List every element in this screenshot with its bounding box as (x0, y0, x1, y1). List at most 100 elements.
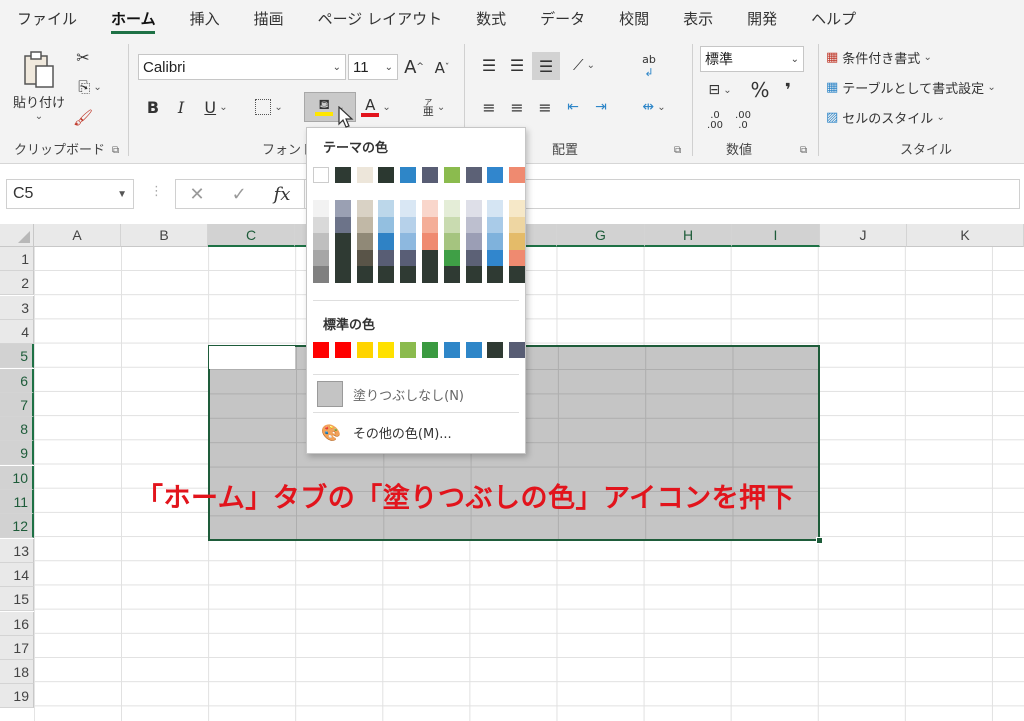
phonetic-button[interactable]: ア亜 ⌄ (414, 94, 454, 120)
theme-shade-swatch[interactable] (334, 266, 351, 283)
theme-shade-swatch[interactable] (443, 249, 460, 266)
enter-icon[interactable]: ✓ (232, 184, 247, 205)
row-header-11[interactable]: 11 (0, 490, 34, 514)
theme-shade-swatch[interactable] (334, 200, 351, 217)
orientation-button[interactable]: ⟋ ⌄ (564, 54, 604, 76)
number-launcher-icon[interactable]: ⧉ (800, 145, 807, 156)
alignment-launcher-icon[interactable]: ⧉ (674, 145, 681, 156)
theme-shade-swatch[interactable] (487, 200, 504, 217)
theme-shade-swatch[interactable] (443, 266, 460, 283)
theme-shade-swatch[interactable] (465, 266, 482, 283)
copy-button[interactable]: ⎘ ⌄ (70, 76, 110, 98)
decrease-decimal-button[interactable]: .00.0 (730, 108, 756, 134)
fill-handle[interactable] (816, 537, 823, 544)
font-name-select[interactable]: Calibri ⌄ (138, 54, 346, 80)
theme-shade-swatch[interactable] (400, 266, 417, 283)
theme-shade-swatch[interactable] (356, 249, 373, 266)
theme-shade-swatch[interactable] (378, 249, 395, 266)
theme-shade-swatch[interactable] (422, 249, 438, 266)
active-cell[interactable] (209, 346, 295, 369)
theme-shade-swatch[interactable] (400, 249, 417, 266)
column-header-J[interactable]: J (820, 224, 907, 247)
theme-shade-swatch[interactable] (378, 216, 395, 233)
tab-6[interactable]: データ (523, 0, 602, 38)
theme-color-swatch[interactable] (334, 167, 351, 183)
theme-shade-swatch[interactable] (487, 266, 504, 283)
row-header-2[interactable]: 2 (0, 271, 34, 296)
theme-shade-swatch[interactable] (509, 233, 526, 250)
tab-10[interactable]: ヘルプ (794, 0, 873, 38)
align-middle-button[interactable]: ☰ (506, 54, 528, 76)
row-header-1[interactable]: 1 (0, 247, 34, 271)
theme-shade-swatch[interactable] (465, 233, 482, 250)
row-header-17[interactable]: 17 (0, 635, 34, 660)
column-header-G[interactable]: G (557, 224, 645, 247)
theme-shade-swatch[interactable] (378, 233, 395, 250)
font-size-select[interactable]: 11 ⌄ (348, 54, 398, 80)
theme-color-swatch[interactable] (422, 167, 438, 183)
tab-2[interactable]: 挿入 (173, 0, 237, 38)
theme-shade-swatch[interactable] (422, 216, 438, 233)
column-header-I[interactable]: I (732, 224, 820, 247)
theme-shade-swatch[interactable] (443, 216, 460, 233)
theme-shade-swatch[interactable] (487, 249, 504, 266)
tab-3[interactable]: 描画 (237, 0, 301, 38)
select-all-button[interactable] (0, 224, 34, 247)
row-header-16[interactable]: 16 (0, 611, 34, 636)
theme-shade-swatch[interactable] (400, 216, 417, 233)
theme-shade-swatch[interactable] (422, 233, 438, 250)
theme-shade-swatch[interactable] (334, 233, 351, 250)
accounting-format-button[interactable]: ⊟ ⌄ (700, 78, 740, 102)
column-header-H[interactable]: H (645, 224, 732, 247)
standard-color-swatch[interactable] (313, 342, 329, 358)
standard-color-swatch[interactable] (487, 342, 504, 358)
standard-color-swatch[interactable] (509, 342, 526, 358)
theme-shade-swatch[interactable] (313, 266, 329, 283)
theme-shade-swatch[interactable] (443, 200, 460, 217)
paste-button[interactable]: 貼り付け ⌄ (10, 46, 68, 126)
theme-shade-swatch[interactable] (509, 200, 526, 217)
decrease-indent-button[interactable]: ⇤ (562, 96, 584, 118)
tab-0[interactable]: ファイル (0, 0, 94, 38)
bold-button[interactable]: B (142, 94, 164, 120)
borders-button[interactable]: ⌄ (248, 94, 290, 120)
row-header-18[interactable]: 18 (0, 660, 34, 685)
theme-shade-swatch[interactable] (487, 216, 504, 233)
theme-shade-swatch[interactable] (400, 200, 417, 217)
drag-handle-icon[interactable]: ⋮ (150, 184, 163, 199)
theme-shade-swatch[interactable] (356, 233, 373, 250)
theme-shade-swatch[interactable] (422, 266, 438, 283)
theme-shade-swatch[interactable] (313, 233, 329, 250)
theme-color-swatch[interactable] (400, 167, 417, 183)
row-header-6[interactable]: 6 (0, 368, 34, 393)
theme-shade-swatch[interactable] (465, 200, 482, 217)
standard-color-swatch[interactable] (400, 342, 417, 358)
align-bottom-button[interactable]: ☰ (532, 52, 560, 80)
theme-shade-swatch[interactable] (313, 216, 329, 233)
row-header-5[interactable]: 5 (0, 344, 34, 369)
theme-shade-swatch[interactable] (422, 200, 438, 217)
align-top-button[interactable]: ☰ (478, 54, 500, 76)
theme-color-swatch[interactable] (509, 167, 526, 183)
theme-shade-swatch[interactable] (334, 249, 351, 266)
wrap-text-button[interactable]: ab ↲ (636, 52, 662, 80)
align-center-button[interactable]: ≡ (506, 96, 528, 118)
grow-font-button[interactable]: A ^ (402, 54, 426, 80)
merge-center-button[interactable]: ⇹ ⌄ (632, 96, 676, 118)
tab-1[interactable]: ホーム (94, 0, 173, 38)
no-fill-item[interactable]: 塗りつぶしなし(N) (317, 380, 517, 408)
theme-color-swatch[interactable] (443, 167, 460, 183)
theme-shade-swatch[interactable] (465, 249, 482, 266)
more-colors-item[interactable]: 🎨 その他の色(M)... (317, 418, 517, 446)
row-header-15[interactable]: 15 (0, 587, 34, 612)
theme-shade-swatch[interactable] (378, 200, 395, 217)
row-header-12[interactable]: 12 (0, 514, 34, 539)
column-header-A[interactable]: A (34, 224, 121, 247)
theme-shade-swatch[interactable] (313, 200, 329, 217)
increase-indent-button[interactable]: ⇥ (590, 96, 612, 118)
tab-8[interactable]: 表示 (666, 0, 730, 38)
theme-shade-swatch[interactable] (356, 266, 373, 283)
cancel-icon[interactable]: ✕ (189, 184, 204, 205)
standard-color-swatch[interactable] (465, 342, 482, 358)
row-header-7[interactable]: 7 (0, 392, 34, 417)
